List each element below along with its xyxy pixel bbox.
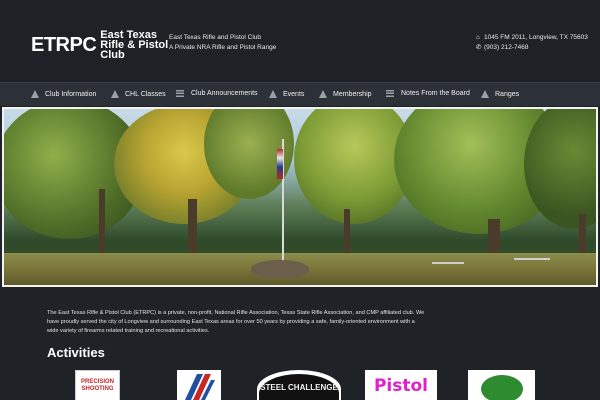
- phone-icon: ✆: [476, 44, 482, 51]
- activity-nra-logo[interactable]: [177, 370, 221, 400]
- phone-text[interactable]: (903) 212-7468: [484, 43, 528, 53]
- address-text: 1045 FM 2011, Longview, TX 75603: [484, 34, 588, 41]
- nav-item-notes-from-the-board[interactable]: Notes From the Board: [386, 90, 470, 97]
- logo-abbr: ETRPC: [31, 34, 97, 56]
- nav-item-club-announcements[interactable]: Club Announcements: [176, 90, 258, 97]
- nav-item-membership[interactable]: Membership: [319, 90, 372, 98]
- steel-challenge-badge: STEEL CHALLENGE: [259, 374, 339, 400]
- nav-item-ranges[interactable]: Ranges: [481, 90, 519, 98]
- activities-title: Activities: [47, 345, 105, 360]
- main-nav: Club Information CHL Classes Club Announ…: [0, 82, 600, 106]
- activity-shotgun[interactable]: [468, 370, 535, 400]
- nav-item-label: Club Information: [45, 90, 97, 98]
- home-icon: ⌂: [476, 34, 480, 41]
- nav-item-label: Club Announcements: [191, 90, 258, 97]
- hero-image: [2, 107, 598, 287]
- nra-logo-icon: [177, 370, 221, 400]
- nav-item-label: Ranges: [495, 90, 520, 98]
- triangle-icon: [111, 90, 119, 98]
- rock: [251, 260, 309, 278]
- picnic-table: [432, 262, 464, 264]
- menu-icon: [176, 90, 184, 97]
- nav-item-label: CHL Classes: [125, 90, 166, 98]
- tagline: East Texas Rifle and Pistol Club A Priva…: [169, 33, 276, 53]
- nav-item-events[interactable]: Events: [269, 90, 304, 98]
- logo-name: East Texas Rifle & Pistol Club: [100, 29, 169, 61]
- contact-info: ⌂ 1045 FM 2011, Longview, TX 75603 ✆ (90…: [476, 33, 588, 53]
- nav-item-club-information[interactable]: Club Information: [31, 90, 96, 98]
- activity-steel-challenge[interactable]: STEEL CHALLENGE: [257, 370, 341, 400]
- triangle-icon: [481, 90, 489, 98]
- tagline-line1: East Texas Rifle and Pistol Club: [169, 34, 262, 41]
- triangle-icon: [319, 90, 327, 98]
- activity-label: PRECISION SHOOTING: [80, 379, 114, 392]
- shotgun-emblem-icon: [480, 375, 523, 400]
- nav-item-label: Membership: [333, 90, 372, 98]
- site-header: ETRPC East Texas Rifle & Pistol Club Eas…: [0, 0, 600, 82]
- site-logo[interactable]: ETRPC East Texas Rifle & Pistol Club: [31, 29, 178, 61]
- nav-item-label: Notes From the Board: [401, 90, 470, 97]
- triangle-icon: [31, 90, 39, 98]
- activity-pistol[interactable]: Pistol: [365, 370, 437, 400]
- nav-item-chl-classes[interactable]: CHL Classes: [111, 90, 166, 98]
- menu-icon: [386, 90, 394, 97]
- activity-label: Pistol: [373, 376, 429, 396]
- flag: [277, 149, 283, 179]
- about-text: The East Texas Rifle & Pistol Club (ETRP…: [47, 310, 425, 334]
- picnic-table: [514, 258, 550, 260]
- tagline-line2: A Private NRA Rifle and Pistol Range: [169, 44, 277, 51]
- triangle-icon: [269, 90, 277, 98]
- activity-label: STEEL CHALLENGE: [260, 383, 338, 392]
- activity-precision-shooting[interactable]: PRECISION SHOOTING: [75, 370, 120, 400]
- nav-item-label: Events: [283, 90, 305, 98]
